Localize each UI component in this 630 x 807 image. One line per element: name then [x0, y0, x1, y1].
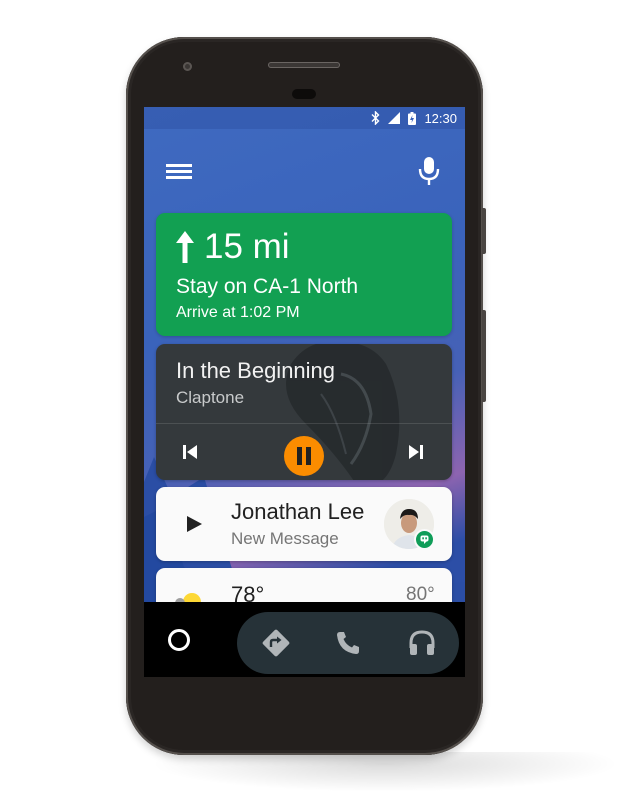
android-auto-screen: 12:30 15 mi Stay on CA-1 North Arrive at…	[144, 107, 465, 677]
hangouts-icon	[414, 529, 435, 550]
pause-icon	[297, 447, 311, 465]
status-bar: 12:30	[144, 107, 465, 129]
status-time: 12:30	[424, 110, 457, 126]
app-launcher-pill	[237, 612, 459, 674]
skip-previous-icon[interactable]	[178, 440, 202, 464]
top-bar	[144, 151, 465, 191]
earpiece-speaker	[268, 62, 340, 68]
message-card[interactable]: Jonathan Lee New Message	[156, 487, 452, 561]
skip-next-icon[interactable]	[404, 440, 428, 464]
media-divider	[156, 423, 452, 424]
power-button	[482, 208, 486, 254]
nav-arrival-time: Arrive at 1:02 PM	[176, 304, 300, 321]
directions-icon[interactable]	[261, 628, 291, 658]
bluetooth-icon	[371, 111, 380, 125]
proximity-sensor	[292, 89, 316, 99]
battery-charging-icon	[408, 111, 417, 125]
media-card[interactable]: In the Beginning Claptone	[156, 344, 452, 480]
front-camera	[183, 62, 192, 71]
volume-button	[482, 310, 486, 402]
pause-button[interactable]	[284, 436, 324, 476]
navigation-card[interactable]: 15 mi Stay on CA-1 North Arrive at 1:02 …	[156, 213, 452, 336]
track-title: In the Beginning	[176, 358, 336, 383]
play-icon[interactable]	[184, 514, 204, 534]
cell-signal-icon	[388, 112, 401, 124]
phone-icon[interactable]	[333, 628, 363, 658]
microphone-icon[interactable]	[414, 153, 444, 189]
headphones-icon[interactable]	[407, 628, 437, 658]
home-circle-icon[interactable]	[168, 629, 190, 651]
phone-shadow	[150, 752, 620, 792]
nav-instruction: Stay on CA-1 North	[176, 275, 359, 298]
contact-name: Jonathan Lee	[231, 499, 365, 524]
nav-distance: 15 mi	[204, 227, 290, 266]
hamburger-menu-icon[interactable]	[164, 158, 194, 184]
track-artist: Claptone	[176, 388, 245, 407]
message-subtitle: New Message	[231, 529, 339, 548]
arrow-up-icon	[176, 231, 194, 263]
bottom-nav-bar	[144, 602, 465, 677]
